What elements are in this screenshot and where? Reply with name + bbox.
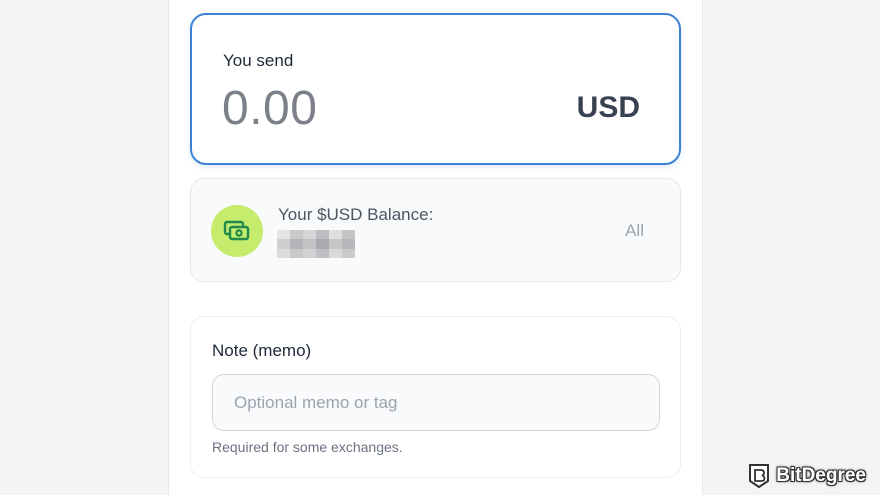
- balance-all-button[interactable]: All: [625, 221, 644, 241]
- send-label: You send: [223, 51, 294, 70]
- send-currency: USD: [576, 91, 640, 124]
- balance-card: Your $USD Balance: All: [190, 178, 681, 282]
- cash-icon: [211, 205, 263, 257]
- balance-label: Your $USD Balance:: [278, 205, 434, 224]
- memo-hint: Required for some exchanges.: [212, 439, 403, 455]
- watermark-text: BitDegree: [776, 465, 866, 486]
- bitdegree-logo-icon: [749, 464, 770, 489]
- watermark: BitDegree: [748, 463, 866, 489]
- memo-card: Note (memo) Required for some exchanges.: [190, 316, 681, 478]
- send-amount-card[interactable]: You send 0.00 USD: [190, 13, 681, 165]
- send-amount-input[interactable]: 0.00: [222, 81, 317, 136]
- memo-input[interactable]: [212, 374, 660, 431]
- memo-label: Note (memo): [212, 341, 312, 360]
- balance-value-redacted: [277, 230, 355, 258]
